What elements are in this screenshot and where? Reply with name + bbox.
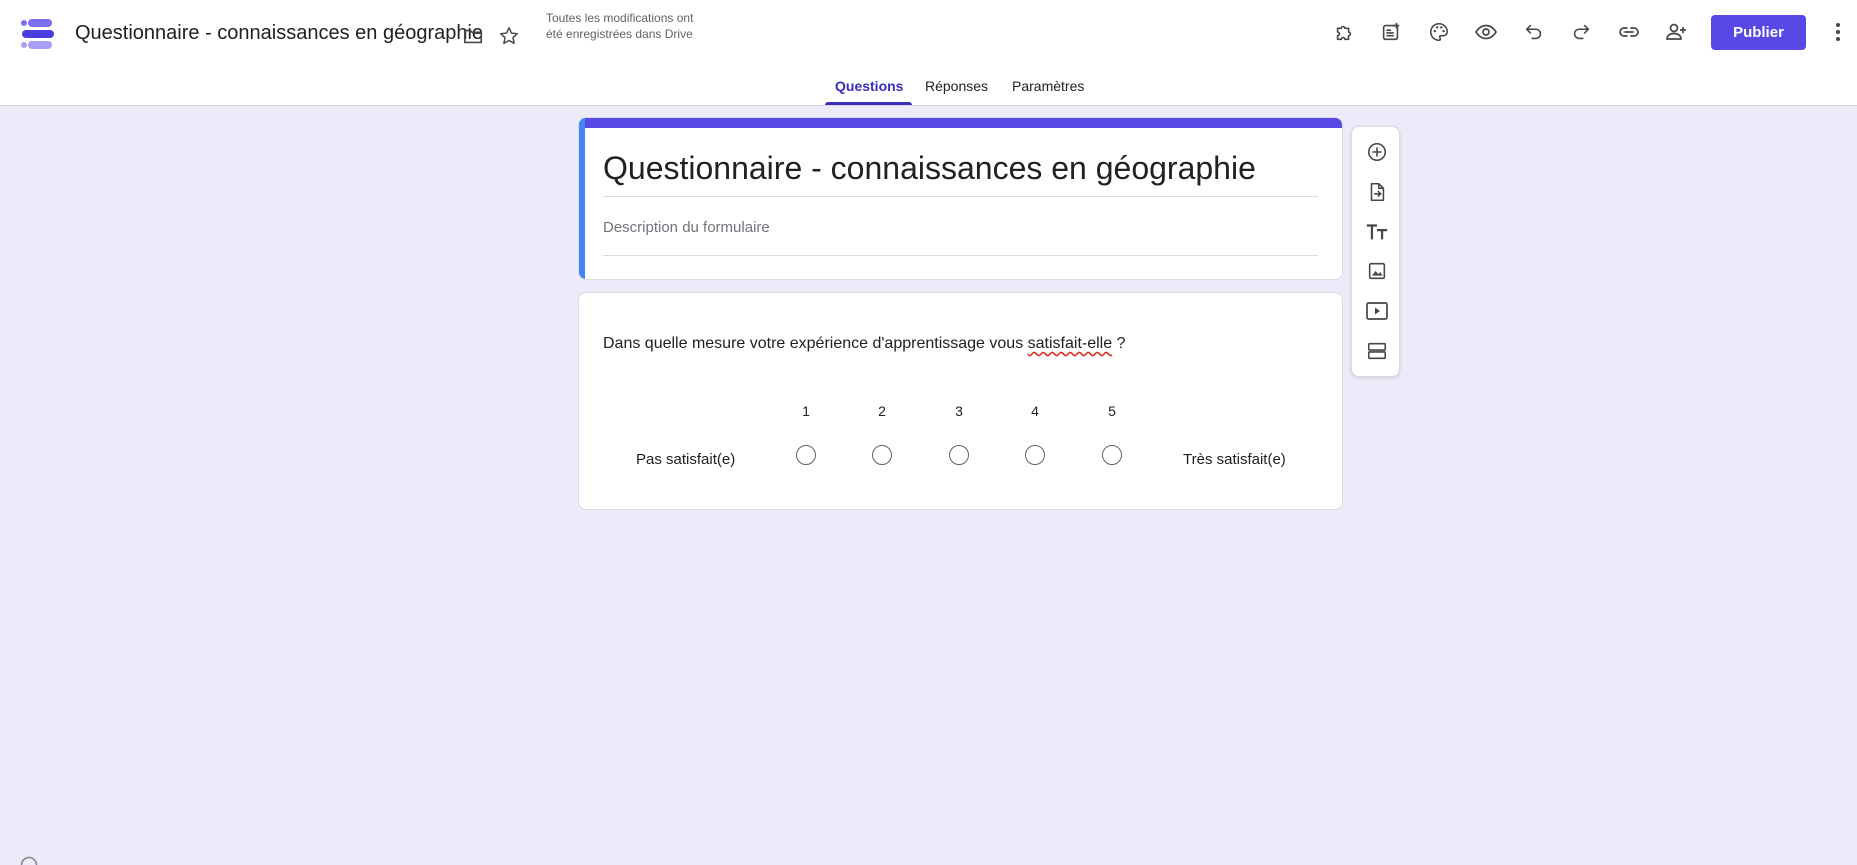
scale-low-label: Pas satisfait(e) [636,451,736,468]
more-vert-icon[interactable] [1826,16,1850,48]
tab-questions[interactable]: Questions [835,78,903,94]
question-card[interactable]: Dans quelle mesure votre expérience d'ap… [578,292,1343,510]
tab-settings[interactable]: Paramètres [1012,78,1084,94]
question-text-start: Dans quelle mesure votre expérience d'ap… [603,335,1028,352]
question-text[interactable]: Dans quelle mesure votre expérience d'ap… [603,335,1125,353]
card-accent-bar [579,118,1342,128]
publish-button[interactable]: Publier [1711,15,1806,50]
description-divider [603,255,1318,256]
scale-radio-5[interactable] [1102,445,1122,465]
scale-radio-1[interactable] [796,445,816,465]
add-image-icon[interactable] [1364,258,1390,284]
scale-label-5: 5 [1108,403,1116,419]
undo-icon[interactable] [1518,16,1550,48]
scale-radio-4[interactable] [1025,445,1045,465]
document-title[interactable]: Questionnaire - connaissances en géograp… [75,22,483,45]
scale-radio-3[interactable] [949,445,969,465]
card-focus-bar [579,118,585,279]
add-title-icon[interactable] [1364,219,1390,245]
import-questions-icon[interactable] [1364,179,1390,205]
app-header: Questionnaire - connaissances en géograp… [0,0,1857,106]
side-toolbar [1351,126,1400,377]
form-tabs: Questions Réponses Paramètres [0,68,1857,106]
tab-responses[interactable]: Réponses [925,78,988,94]
link-icon[interactable] [1613,16,1645,48]
add-collaborator-icon[interactable] [1660,16,1692,48]
scale-high-label: Très satisfait(e) [1183,451,1286,468]
scale-label-3: 3 [955,403,963,419]
folder-icon[interactable] [460,23,486,49]
form-title-card[interactable]: Questionnaire - connaissances en géograp… [578,117,1343,280]
template-icon[interactable] [1375,16,1407,48]
active-tab-indicator [825,102,912,105]
save-status: Toutes les modifications ont été enregis… [546,11,694,41]
scale-radio-2[interactable] [872,445,892,465]
title-divider [603,196,1318,197]
redo-icon[interactable] [1565,16,1597,48]
help-icon[interactable] [20,856,38,865]
star-icon[interactable] [496,23,522,49]
preview-icon[interactable] [1470,16,1502,48]
addons-icon[interactable] [1328,16,1360,48]
forms-logo-icon[interactable] [20,18,56,50]
add-section-icon[interactable] [1364,338,1390,364]
palette-icon[interactable] [1423,16,1455,48]
add-question-icon[interactable] [1364,139,1390,165]
form-description-input[interactable]: Description du formulaire [603,219,770,236]
scale-label-4: 4 [1031,403,1039,419]
question-text-end: ? [1112,335,1126,352]
add-video-icon[interactable] [1364,298,1390,324]
scale-label-1: 1 [802,403,810,419]
misspelled-word: satisfait-elle [1027,335,1113,352]
scale-label-2: 2 [878,403,886,419]
form-title[interactable]: Questionnaire - connaissances en géograp… [603,150,1256,187]
